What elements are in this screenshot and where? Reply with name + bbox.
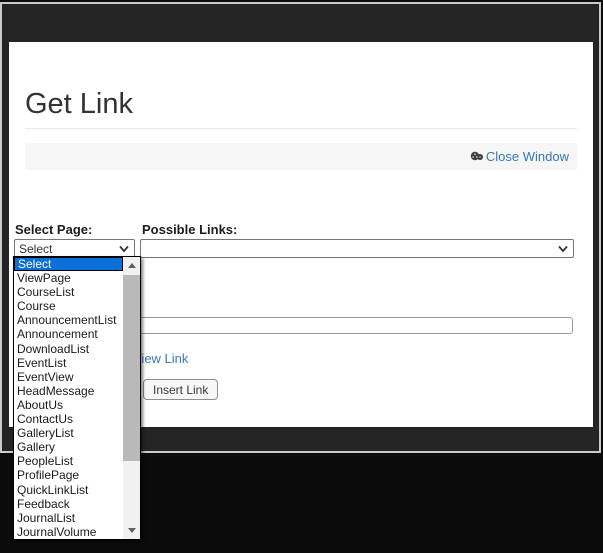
chevron-down-icon: [118, 245, 130, 253]
select-page-open-list: SelectViewPageCourseListCourseAnnounceme…: [13, 256, 141, 540]
option-item[interactable]: DownloadList: [14, 342, 123, 356]
option-item[interactable]: HeadMessage: [14, 384, 123, 398]
page-background: Get Link Close Window Select Page:: [0, 0, 603, 553]
possible-links-label: Possible Links:: [142, 222, 237, 237]
option-item[interactable]: JournalList: [14, 511, 123, 525]
title-divider: [25, 128, 577, 129]
dropdown-scrollbar[interactable]: [123, 257, 140, 539]
scrollbar-thumb[interactable]: [123, 275, 140, 461]
insert-link-button[interactable]: Insert Link: [143, 379, 218, 400]
scroll-up-button[interactable]: [123, 257, 140, 274]
possible-links-dropdown[interactable]: [140, 239, 574, 258]
select-page-label: Select Page:: [15, 222, 92, 237]
select-page-value: Select: [19, 242, 52, 256]
option-item[interactable]: JournalVolume: [14, 525, 123, 539]
option-item[interactable]: Announcement: [14, 327, 123, 341]
close-window-label: Close Window: [486, 149, 569, 164]
option-item[interactable]: PeopleList: [14, 454, 123, 468]
option-item[interactable]: GalleryList: [14, 426, 123, 440]
option-item[interactable]: Feedback: [14, 497, 123, 511]
dialog-toolbar: Close Window: [25, 143, 577, 170]
option-item[interactable]: Gallery: [14, 440, 123, 454]
option-item[interactable]: ContactUs: [14, 412, 123, 426]
option-item[interactable]: QuickLinkList: [14, 483, 123, 497]
close-window-link[interactable]: Close Window: [470, 149, 569, 164]
triangle-up-icon: [128, 263, 136, 268]
option-item[interactable]: Select: [14, 257, 123, 271]
option-list: SelectViewPageCourseListCourseAnnounceme…: [14, 257, 123, 539]
triangle-down-icon: [128, 528, 136, 533]
page-title: Get Link: [25, 88, 133, 121]
option-item[interactable]: ViewPage: [14, 271, 123, 285]
option-item[interactable]: Course: [14, 299, 123, 313]
option-item[interactable]: ProfilePage: [14, 468, 123, 482]
option-item[interactable]: EventView: [14, 370, 123, 384]
view-link[interactable]: View Link: [133, 351, 188, 366]
option-item[interactable]: EventList: [14, 356, 123, 370]
chevron-down-icon: [557, 245, 569, 253]
scroll-down-button[interactable]: [123, 522, 140, 539]
option-item[interactable]: AnnouncementList: [14, 313, 123, 327]
option-item[interactable]: AboutUs: [14, 398, 123, 412]
film-reel-icon: [470, 150, 484, 165]
option-item[interactable]: CourseList: [14, 285, 123, 299]
